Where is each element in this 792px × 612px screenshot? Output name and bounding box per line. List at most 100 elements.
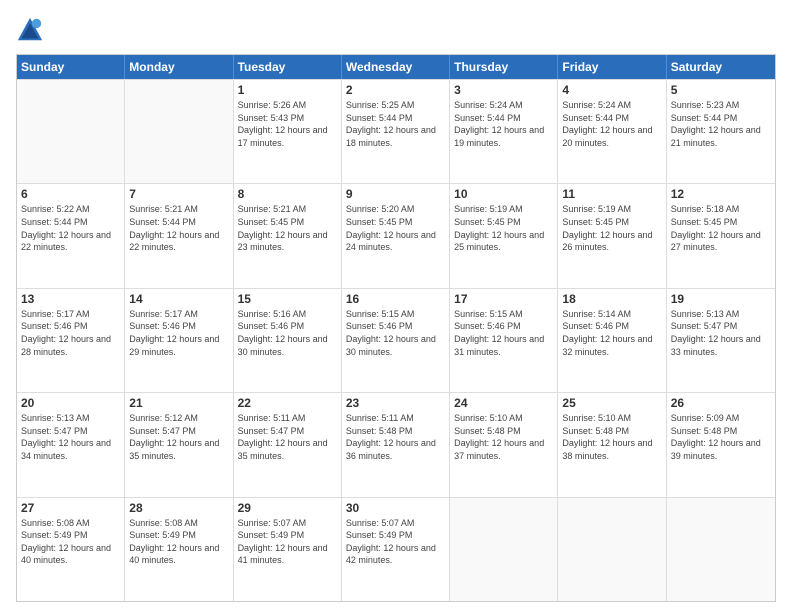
week-row-1: 1 Sunrise: 5:26 AMSunset: 5:43 PMDaylight… [17, 79, 775, 183]
day-cell-18: 18 Sunrise: 5:14 AMSunset: 5:46 PMDayligh… [558, 289, 666, 392]
cell-date-number: 2 [346, 83, 445, 97]
cell-date-number: 16 [346, 292, 445, 306]
cell-info: Sunrise: 5:07 AMSunset: 5:49 PMDaylight:… [346, 517, 445, 567]
day-header-thursday: Thursday [450, 55, 558, 79]
day-cell-28: 28Sunrise: 5:08 AMSunset: 5:49 PMDayligh… [125, 498, 233, 601]
cell-info: Sunrise: 5:21 AMSunset: 5:45 PMDaylight:… [238, 203, 337, 253]
cell-info: Sunrise: 5:17 AMSunset: 5:46 PMDaylight:… [21, 308, 120, 358]
cell-date-number: 6 [21, 187, 120, 201]
cell-info: Sunrise: 5:10 AMSunset: 5:48 PMDaylight:… [454, 412, 553, 462]
cell-date-number: 1 [238, 83, 337, 97]
cell-date-number: 8 [238, 187, 337, 201]
cell-info: Sunrise: 5:25 AMSunset: 5:44 PMDaylight:… [346, 99, 445, 149]
day-cell-1: 1 Sunrise: 5:26 AMSunset: 5:43 PMDaylight… [234, 80, 342, 183]
cell-info: Sunrise: 5:23 AMSunset: 5:44 PMDaylight:… [671, 99, 771, 149]
day-cell-2: 2 Sunrise: 5:25 AMSunset: 5:44 PMDaylight… [342, 80, 450, 183]
cell-date-number: 10 [454, 187, 553, 201]
day-header-friday: Friday [558, 55, 666, 79]
day-cell-8: 8 Sunrise: 5:21 AMSunset: 5:45 PMDaylight… [234, 184, 342, 287]
cell-date-number: 29 [238, 501, 337, 515]
header [16, 16, 776, 44]
cell-date-number: 4 [562, 83, 661, 97]
week-row-5: 27 Sunrise: 5:08 AMSunset: 5:49 PMDayligh… [17, 497, 775, 601]
calendar-header-row: SundayMondayTuesdayWednesdayThursdayFrid… [17, 55, 775, 79]
day-cell-5: 5 Sunrise: 5:23 AMSunset: 5:44 PMDaylight… [667, 80, 775, 183]
day-cell-27: 27 Sunrise: 5:08 AMSunset: 5:49 PMDayligh… [17, 498, 125, 601]
day-cell-10: 10 Sunrise: 5:19 AMSunset: 5:45 PMDayligh… [450, 184, 558, 287]
day-cell-21: 21 Sunrise: 5:12 AMSunset: 5:47 PMDayligh… [125, 393, 233, 496]
cell-date-number: 7 [129, 187, 228, 201]
week-row-3: 13Sunrise: 5:17 AMSunset: 5:46 PMDayligh… [17, 288, 775, 392]
cell-info: Sunrise: 5:20 AMSunset: 5:45 PMDaylight:… [346, 203, 445, 253]
day-cell-24: 24Sunrise: 5:10 AMSunset: 5:48 PMDayligh… [450, 393, 558, 496]
day-cell-23: 23 Sunrise: 5:11 AMSunset: 5:48 PMDayligh… [342, 393, 450, 496]
cell-info: Sunrise: 5:13 AMSunset: 5:47 PMDaylight:… [21, 412, 120, 462]
cell-info: Sunrise: 5:17 AMSunset: 5:46 PMDaylight:… [129, 308, 228, 358]
day-cell-6: 6 Sunrise: 5:22 AMSunset: 5:44 PMDaylight… [17, 184, 125, 287]
cell-date-number: 3 [454, 83, 553, 97]
day-header-sunday: Sunday [17, 55, 125, 79]
day-cell-3: 3 Sunrise: 5:24 AMSunset: 5:44 PMDaylight… [450, 80, 558, 183]
cell-info: Sunrise: 5:09 AMSunset: 5:48 PMDaylight:… [671, 412, 771, 462]
day-cell-30: 30Sunrise: 5:07 AMSunset: 5:49 PMDayligh… [342, 498, 450, 601]
cell-date-number: 19 [671, 292, 771, 306]
cell-info: Sunrise: 5:18 AMSunset: 5:45 PMDaylight:… [671, 203, 771, 253]
day-cell-19: 19 Sunrise: 5:13 AMSunset: 5:47 PMDayligh… [667, 289, 775, 392]
cell-info: Sunrise: 5:10 AMSunset: 5:48 PMDaylight:… [562, 412, 661, 462]
calendar-body: 1 Sunrise: 5:26 AMSunset: 5:43 PMDaylight… [17, 79, 775, 601]
cell-date-number: 25 [562, 396, 661, 410]
cell-info: Sunrise: 5:12 AMSunset: 5:47 PMDaylight:… [129, 412, 228, 462]
cell-date-number: 12 [671, 187, 771, 201]
day-cell-12: 12 Sunrise: 5:18 AMSunset: 5:45 PMDayligh… [667, 184, 775, 287]
cell-date-number: 9 [346, 187, 445, 201]
empty-cell [450, 498, 558, 601]
day-header-saturday: Saturday [667, 55, 775, 79]
week-row-2: 6 Sunrise: 5:22 AMSunset: 5:44 PMDaylight… [17, 183, 775, 287]
day-header-monday: Monday [125, 55, 233, 79]
cell-info: Sunrise: 5:08 AMSunset: 5:49 PMDaylight:… [21, 517, 120, 567]
day-header-wednesday: Wednesday [342, 55, 450, 79]
day-cell-16: 16Sunrise: 5:15 AMSunset: 5:46 PMDayligh… [342, 289, 450, 392]
cell-date-number: 17 [454, 292, 553, 306]
cell-date-number: 22 [238, 396, 337, 410]
cell-info: Sunrise: 5:11 AMSunset: 5:47 PMDaylight:… [238, 412, 337, 462]
cell-info: Sunrise: 5:21 AMSunset: 5:44 PMDaylight:… [129, 203, 228, 253]
cell-info: Sunrise: 5:26 AMSunset: 5:43 PMDaylight:… [238, 99, 337, 149]
cell-date-number: 28 [129, 501, 228, 515]
cell-info: Sunrise: 5:11 AMSunset: 5:48 PMDaylight:… [346, 412, 445, 462]
day-cell-25: 25 Sunrise: 5:10 AMSunset: 5:48 PMDayligh… [558, 393, 666, 496]
cell-date-number: 23 [346, 396, 445, 410]
calendar-page: SundayMondayTuesdayWednesdayThursdayFrid… [0, 0, 792, 612]
cell-date-number: 27 [21, 501, 120, 515]
week-row-4: 20 Sunrise: 5:13 AMSunset: 5:47 PMDayligh… [17, 392, 775, 496]
day-cell-26: 26 Sunrise: 5:09 AMSunset: 5:48 PMDayligh… [667, 393, 775, 496]
day-cell-20: 20 Sunrise: 5:13 AMSunset: 5:47 PMDayligh… [17, 393, 125, 496]
day-cell-11: 11 Sunrise: 5:19 AMSunset: 5:45 PMDayligh… [558, 184, 666, 287]
cell-date-number: 20 [21, 396, 120, 410]
day-cell-15: 15 Sunrise: 5:16 AMSunset: 5:46 PMDayligh… [234, 289, 342, 392]
day-cell-17: 17 Sunrise: 5:15 AMSunset: 5:46 PMDayligh… [450, 289, 558, 392]
cell-info: Sunrise: 5:13 AMSunset: 5:47 PMDaylight:… [671, 308, 771, 358]
cell-info: Sunrise: 5:07 AMSunset: 5:49 PMDaylight:… [238, 517, 337, 567]
day-cell-22: 22 Sunrise: 5:11 AMSunset: 5:47 PMDayligh… [234, 393, 342, 496]
cell-date-number: 5 [671, 83, 771, 97]
logo [16, 16, 48, 44]
cell-info: Sunrise: 5:24 AMSunset: 5:44 PMDaylight:… [562, 99, 661, 149]
day-header-tuesday: Tuesday [234, 55, 342, 79]
logo-icon [16, 16, 44, 44]
cell-info: Sunrise: 5:19 AMSunset: 5:45 PMDaylight:… [454, 203, 553, 253]
cell-date-number: 18 [562, 292, 661, 306]
cell-info: Sunrise: 5:24 AMSunset: 5:44 PMDaylight:… [454, 99, 553, 149]
day-cell-4: 4 Sunrise: 5:24 AMSunset: 5:44 PMDaylight… [558, 80, 666, 183]
calendar: SundayMondayTuesdayWednesdayThursdayFrid… [16, 54, 776, 602]
cell-date-number: 11 [562, 187, 661, 201]
cell-info: Sunrise: 5:15 AMSunset: 5:46 PMDaylight:… [454, 308, 553, 358]
cell-info: Sunrise: 5:22 AMSunset: 5:44 PMDaylight:… [21, 203, 120, 253]
empty-cell [17, 80, 125, 183]
cell-info: Sunrise: 5:14 AMSunset: 5:46 PMDaylight:… [562, 308, 661, 358]
cell-date-number: 15 [238, 292, 337, 306]
cell-info: Sunrise: 5:16 AMSunset: 5:46 PMDaylight:… [238, 308, 337, 358]
cell-date-number: 21 [129, 396, 228, 410]
cell-date-number: 26 [671, 396, 771, 410]
cell-info: Sunrise: 5:19 AMSunset: 5:45 PMDaylight:… [562, 203, 661, 253]
